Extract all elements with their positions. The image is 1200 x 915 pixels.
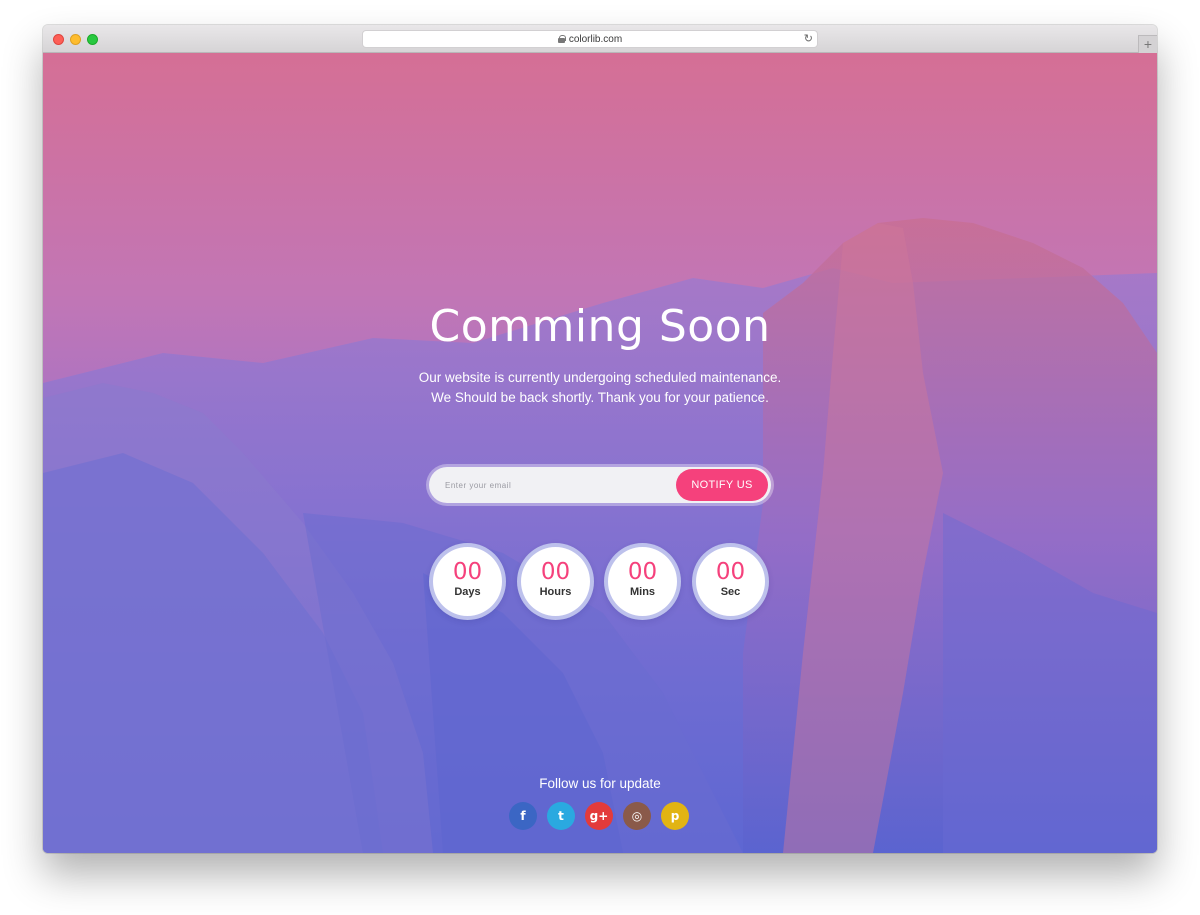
instagram-icon[interactable]: ◎ (623, 802, 651, 830)
maintenance-message-line1: Our website is currently undergoing sche… (418, 370, 782, 385)
countdown-hours: 00 Hours (517, 543, 594, 620)
lock-icon (557, 35, 566, 43)
countdown-days: 00 Days (429, 543, 506, 620)
maintenance-message-line2: We Should be back shortly. Thank you for… (431, 390, 769, 405)
notify-form-inner: NOTIFY US (429, 467, 771, 503)
countdown-days-label: Days (454, 586, 481, 598)
social-links: f t g+ ◎ p (509, 802, 693, 832)
pinterest-icon[interactable]: p (661, 802, 689, 830)
page-viewport: Comming Soon Our website is currently un… (43, 53, 1157, 853)
countdown-mins: 00 Mins (604, 543, 681, 620)
countdown-sec: 00 Sec (692, 543, 769, 620)
close-window-button[interactable] (53, 34, 64, 45)
address-bar[interactable]: colorlib.com ↻ (362, 30, 818, 48)
countdown-mins-label: Mins (629, 586, 656, 598)
notify-us-button[interactable]: NOTIFY US (676, 469, 768, 501)
address-text: colorlib.com (568, 33, 623, 45)
facebook-icon[interactable]: f (509, 802, 537, 830)
follow-us-label: Follow us for update (539, 776, 661, 791)
browser-titlebar: colorlib.com ↻ + (43, 25, 1157, 53)
reload-icon[interactable]: ↻ (804, 32, 813, 45)
twitter-icon[interactable]: t (547, 802, 575, 830)
countdown-sec-label: Sec (720, 586, 741, 598)
minimize-window-button[interactable] (70, 34, 81, 45)
page-title: Comming Soon (429, 301, 771, 352)
email-input[interactable] (445, 467, 665, 503)
browser-window: colorlib.com ↻ + Comming Soon Our websit… (43, 25, 1157, 853)
countdown-timer: 00 Days 00 Hours 00 Mins 00 Sec (429, 543, 771, 621)
countdown-hours-value: 00 (540, 559, 571, 585)
notify-form: NOTIFY US (426, 464, 774, 506)
google-plus-icon[interactable]: g+ (585, 802, 613, 830)
countdown-days-value: 00 (452, 559, 483, 585)
coming-soon-content: Comming Soon Our website is currently un… (43, 53, 1157, 853)
zoom-window-button[interactable] (87, 34, 98, 45)
countdown-hours-label: Hours (539, 586, 572, 598)
countdown-mins-value: 00 (627, 559, 658, 585)
new-tab-button[interactable]: + (1138, 35, 1157, 53)
maintenance-message: Our website is currently undergoing sche… (43, 368, 1157, 408)
countdown-sec-value: 00 (715, 559, 746, 585)
